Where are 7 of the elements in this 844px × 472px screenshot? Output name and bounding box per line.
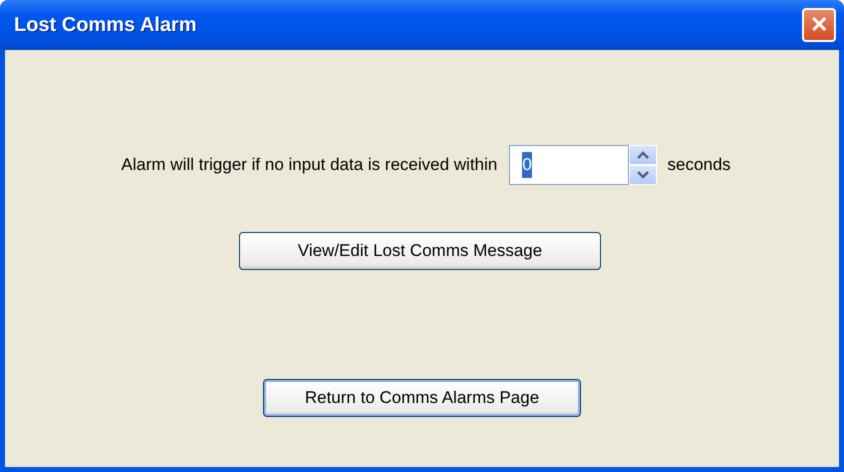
spin-control[interactable]	[629, 145, 658, 185]
edit-message-button[interactable]: View/Edit Lost Comms Message	[239, 232, 601, 270]
unit-label: seconds	[667, 154, 731, 176]
timeout-field[interactable]: 0	[509, 145, 630, 185]
timeout-label: Alarm will trigger if no input data is received within	[121, 154, 498, 176]
window-title: Lost Comms Alarm	[14, 13, 197, 38]
return-button[interactable]: Return to Comms Alarms Page	[263, 379, 581, 417]
